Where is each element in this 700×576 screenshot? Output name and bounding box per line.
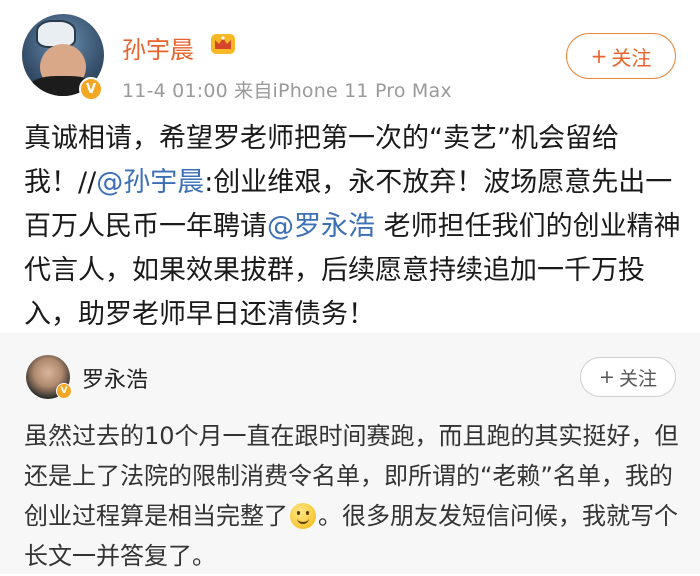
mention-link[interactable]: @孙宇晨	[96, 167, 204, 198]
post-meta: 11-4 01:00 来自iPhone 11 Pro Max	[122, 80, 452, 102]
repost-username[interactable]: 罗永浩	[82, 362, 148, 394]
repost-text: 虽然过去的10个月一直在跟时间赛跑，而且跑的其实挺好，但还是上了法院的限制消费令…	[24, 416, 684, 576]
smile-icon	[290, 503, 316, 529]
crown-icon	[211, 34, 235, 54]
repost-follow-button[interactable]: + 关注	[580, 357, 676, 397]
post-username[interactable]: 孙宇晨	[122, 30, 194, 65]
plus-icon: +	[590, 44, 608, 68]
follow-label: 关注	[611, 45, 652, 70]
plus-icon: +	[599, 366, 615, 388]
follow-label: 关注	[618, 367, 657, 390]
verified-badge-icon: V	[56, 383, 72, 399]
post-text: 真诚相请，希望罗老师把第一次的“卖艺”机会留给我！//@孙宇晨:创业维艰，永不放…	[24, 117, 684, 337]
verified-badge-icon: V	[79, 77, 103, 101]
mention-link[interactable]: @罗永浩	[267, 211, 375, 242]
follow-button[interactable]: + 关注	[566, 33, 676, 79]
